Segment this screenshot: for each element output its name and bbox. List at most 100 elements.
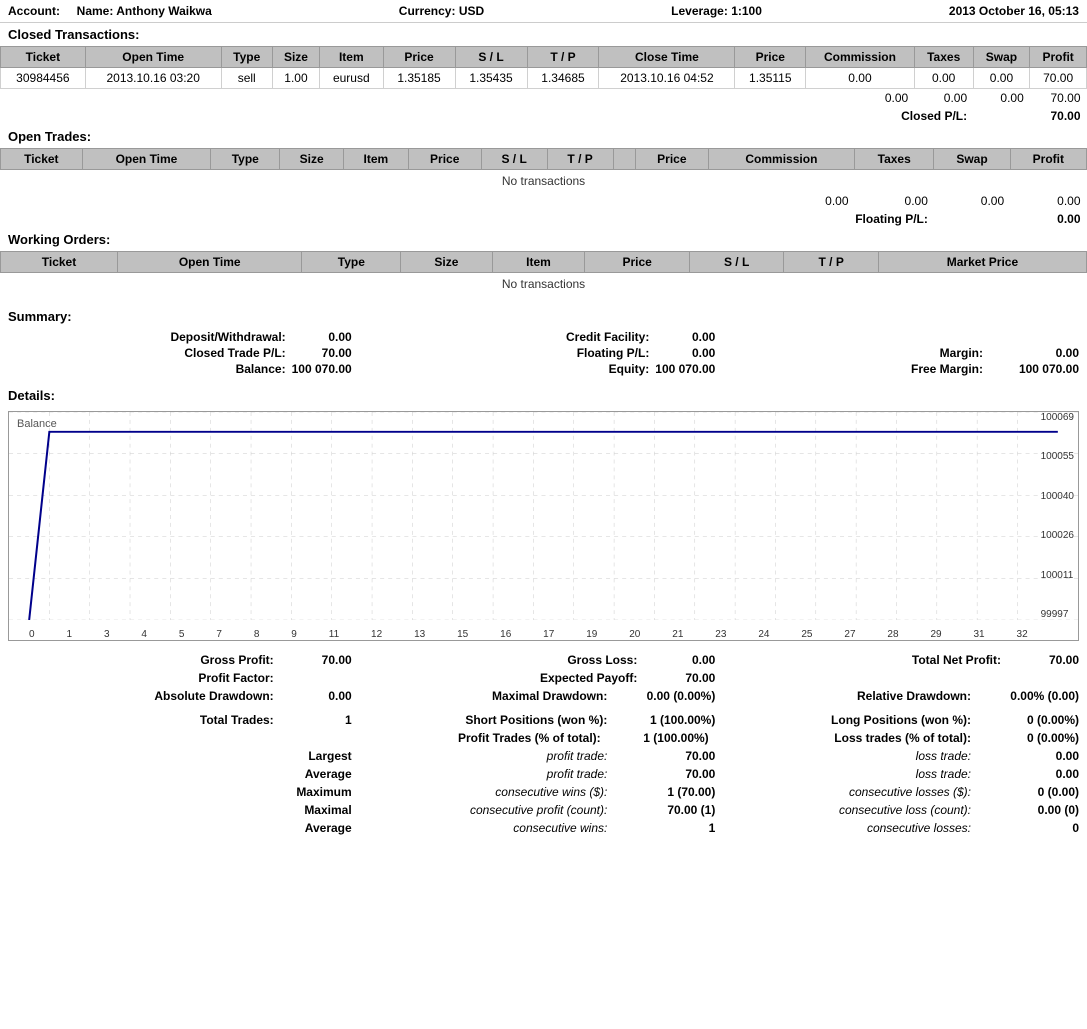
ot-commission: 0.00 — [708, 192, 854, 210]
swap: 0.00 — [973, 68, 1030, 89]
ot-col-open-time: Open Time — [82, 149, 211, 170]
floating-label: Floating P/L: — [577, 346, 650, 360]
short-pos-label: Short Positions (won %): — [465, 713, 607, 727]
ot-col-sl: S / L — [481, 149, 547, 170]
largest-loss-trade-value: 0.00 — [979, 749, 1079, 763]
y-label-5: 100011 — [1041, 570, 1074, 581]
name-value: Anthony Waikwa — [116, 4, 212, 18]
average-loss-trade-label: loss trade: — [916, 767, 971, 781]
max-cons-loss-count-value: 0.00 (0) — [979, 803, 1079, 817]
wo-col-size: Size — [401, 252, 492, 273]
floating-value: 0.00 — [655, 346, 715, 360]
max-cons-wins-label: consecutive wins ($): — [495, 785, 607, 799]
maximum-label: Maximum — [296, 785, 351, 799]
stats-row-10: Average consecutive wins: 1 consecutive … — [8, 819, 1079, 837]
stats-row-9: Maximal consecutive profit (count): 70.0… — [8, 801, 1079, 819]
y-label-3: 100040 — [1041, 491, 1074, 502]
total-trades-label: Total Trades: — [200, 713, 274, 727]
currency-label: Currency: — [399, 4, 456, 18]
relative-drawdown-label: Relative Drawdown: — [857, 689, 971, 703]
col-profit: Profit — [1030, 47, 1087, 68]
item: eurusd — [320, 68, 383, 89]
total-trades-value: 1 — [282, 713, 352, 727]
wo-col-price: Price — [585, 252, 689, 273]
col-close-price: Price — [735, 47, 806, 68]
wo-col-item: Item — [492, 252, 585, 273]
floating-pl-value: 0.00 — [934, 210, 1087, 228]
loss-trades-value: 0 (0.00%) — [979, 731, 1079, 745]
price: 1.35185 — [383, 68, 455, 89]
statistics-section: Gross Profit: 70.00 Gross Loss: 0.00 Tot… — [0, 645, 1087, 843]
closed-pl-value: 70.00 — [292, 346, 352, 360]
gross-profit-value: 70.00 — [282, 653, 352, 667]
ot-col-size: Size — [280, 149, 344, 170]
avg-cons-losses-value: 0 — [979, 821, 1079, 835]
free-margin-value: 100 070.00 — [989, 362, 1079, 376]
leverage-info: Leverage: 1:100 — [671, 4, 762, 18]
ot-col-ticket: Ticket — [1, 149, 83, 170]
summary-row-2: Closed Trade P/L: 70.00 Floating P/L: 0.… — [8, 346, 1079, 360]
closed-transactions-header: Ticket Open Time Type Size Item Price S … — [1, 47, 1087, 68]
average-profit-trade-value: 70.00 — [615, 767, 715, 781]
abs-drawdown-label: Absolute Drawdown: — [154, 689, 273, 703]
ot-col-close-price: Price — [635, 149, 708, 170]
ot-col-empty — [613, 149, 635, 170]
leverage-value: 1:100 — [731, 4, 762, 18]
col-item: Item — [320, 47, 383, 68]
closed-transactions-title: Closed Transactions: — [0, 23, 1087, 46]
credit-label: Credit Facility: — [566, 330, 649, 344]
subtotal-profit: 70.00 — [1030, 89, 1087, 108]
ot-profit: 0.00 — [1010, 192, 1086, 210]
expected-payoff-value: 70.00 — [645, 671, 715, 685]
close-price: 1.35115 — [735, 68, 806, 89]
stats-row-1: Gross Profit: 70.00 Gross Loss: 0.00 Tot… — [8, 651, 1079, 669]
avg-cons-wins-label: consecutive wins: — [513, 821, 607, 835]
floating-pl-row: Floating P/L: 0.00 — [1, 210, 1087, 228]
currency-value: USD — [459, 4, 484, 18]
relative-drawdown-value: 0.00% (0.00) — [979, 689, 1079, 703]
closed-transactions-table: Ticket Open Time Type Size Item Price S … — [0, 46, 1087, 125]
working-orders-no-transactions: No transactions — [1, 273, 1087, 296]
working-orders-title: Working Orders: — [0, 228, 1087, 251]
col-taxes: Taxes — [914, 47, 973, 68]
max-cons-losses-label: consecutive losses ($): — [849, 785, 971, 799]
max-cons-loss-count-label: consecutive loss (count): — [839, 803, 971, 817]
closed-pl-row: Closed P/L: 70.00 — [1, 107, 1087, 125]
total-net-profit-value: 70.00 — [1009, 653, 1079, 667]
y-label-4: 100026 — [1041, 530, 1074, 541]
long-pos-value: 0 (0.00%) — [979, 713, 1079, 727]
subtotal-commission: 0.00 — [806, 89, 915, 108]
col-close-time: Close Time — [599, 47, 735, 68]
abs-drawdown-value: 0.00 — [282, 689, 352, 703]
open-trades-header: Ticket Open Time Type Size Item Price S … — [1, 149, 1087, 170]
balance-chart: Balance — [8, 411, 1079, 641]
open-trades-title: Open Trades: — [0, 125, 1087, 148]
ot-col-price: Price — [408, 149, 481, 170]
ot-col-commission: Commission — [708, 149, 854, 170]
closed-pl-value: 70.00 — [973, 107, 1086, 125]
stats-row-5: Profit Trades (% of total): 1 (100.00%) … — [8, 729, 1079, 747]
largest-label: Largest — [308, 749, 351, 763]
max-cons-profit-label: consecutive profit (count): — [470, 803, 607, 817]
balance-label: Balance: — [236, 362, 286, 376]
stats-row-4: Total Trades: 1 Short Positions (won %):… — [8, 711, 1079, 729]
subtotal-swap: 0.00 — [973, 89, 1030, 108]
equity-label: Equity: — [609, 362, 650, 376]
total-net-profit-label: Total Net Profit: — [912, 653, 1001, 667]
col-sl: S / L — [455, 47, 527, 68]
gross-profit-label: Gross Profit: — [200, 653, 273, 667]
close-time: 2013.10.16 04:52 — [599, 68, 735, 89]
average-profit-trade-label: profit trade: — [547, 767, 608, 781]
deposit-value: 0.00 — [292, 330, 352, 344]
stats-row-8: Maximum consecutive wins ($): 1 (70.00) … — [8, 783, 1079, 801]
wo-col-ticket: Ticket — [1, 252, 118, 273]
ot-col-swap: Swap — [934, 149, 1010, 170]
open-trades-subtotal: 0.00 0.00 0.00 0.00 — [1, 192, 1087, 210]
col-size: Size — [272, 47, 319, 68]
ot-col-profit: Profit — [1010, 149, 1086, 170]
stats-row-3: Absolute Drawdown: 0.00 Maximal Drawdown… — [8, 687, 1079, 705]
stats-row-2: Profit Factor: Expected Payoff: 70.00 — [8, 669, 1079, 687]
stats-row-6: Largest profit trade: 70.00 loss trade: … — [8, 747, 1079, 765]
floating-pl-label: Floating P/L: — [1, 210, 934, 228]
maximal-drawdown-label: Maximal Drawdown: — [492, 689, 607, 703]
